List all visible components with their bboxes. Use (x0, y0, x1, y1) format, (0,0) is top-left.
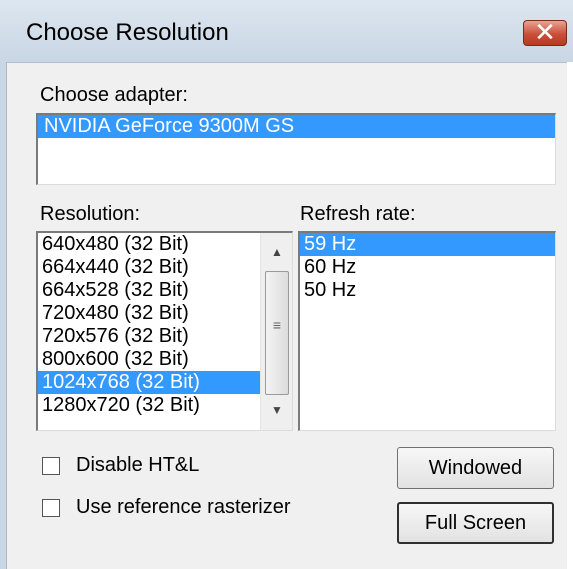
windowed-button[interactable]: Windowed (397, 447, 554, 489)
window-frame-right (567, 62, 573, 569)
list-item[interactable]: 664x528 (32 Bit) (38, 279, 292, 302)
windowed-button-label: Windowed (428, 457, 523, 479)
reference-rasterizer-label[interactable]: Use reference rasterizer (76, 496, 291, 519)
window-title: Choose Resolution (26, 19, 229, 46)
choose-resolution-dialog: Choose Resolution ✕ Choose adapter: NVID… (0, 0, 573, 569)
list-item-selected[interactable]: 59 Hz (300, 233, 555, 256)
resolution-list[interactable]: 640x480 (32 Bit) 664x440 (32 Bit) 664x52… (36, 231, 293, 431)
full-screen-button-label: Full Screen (424, 512, 527, 534)
scroll-up-icon[interactable]: ▲ (261, 245, 292, 259)
close-icon: ✕ (534, 18, 556, 48)
list-item[interactable]: 720x480 (32 Bit) (38, 302, 292, 325)
list-item[interactable]: 60 Hz (300, 256, 555, 279)
list-item[interactable]: 800x600 (32 Bit) (38, 348, 292, 371)
adapter-item[interactable]: NVIDIA GeForce 9300M GS (38, 115, 555, 138)
list-item[interactable]: 50 Hz (300, 279, 555, 302)
full-screen-button[interactable]: Full Screen (397, 502, 554, 544)
grip-icon: ≡ (272, 317, 282, 333)
list-item-selected[interactable]: 1024x768 (32 Bit) (38, 371, 260, 394)
close-button[interactable]: ✕ (523, 18, 567, 48)
list-item[interactable]: 1280x720 (32 Bit) (38, 394, 292, 417)
adapter-label: Choose adapter: (40, 84, 188, 106)
refresh-rate-list[interactable]: 59 Hz 60 Hz 50 Hz (298, 231, 556, 431)
resolution-label: Resolution: (40, 203, 141, 225)
scroll-thumb[interactable]: ≡ (265, 271, 289, 395)
list-item[interactable]: 640x480 (32 Bit) (38, 233, 292, 256)
window-frame-left (0, 62, 7, 569)
disable-htl-checkbox[interactable] (42, 457, 60, 475)
scroll-down-icon[interactable]: ▼ (261, 403, 292, 417)
adapter-list[interactable]: NVIDIA GeForce 9300M GS (36, 113, 556, 185)
disable-htl-label[interactable]: Disable HT&L (76, 454, 199, 477)
refresh-rate-label: Refresh rate: (300, 203, 416, 225)
resolution-items: 640x480 (32 Bit) 664x440 (32 Bit) 664x52… (38, 233, 292, 417)
list-item[interactable]: 720x576 (32 Bit) (38, 325, 292, 348)
reference-rasterizer-checkbox[interactable] (42, 499, 60, 517)
title-bar[interactable]: Choose Resolution ✕ (0, 0, 573, 63)
list-item[interactable]: 664x440 (32 Bit) (38, 256, 292, 279)
resolution-scrollbar[interactable]: ▲ ≡ ▼ (260, 233, 292, 430)
